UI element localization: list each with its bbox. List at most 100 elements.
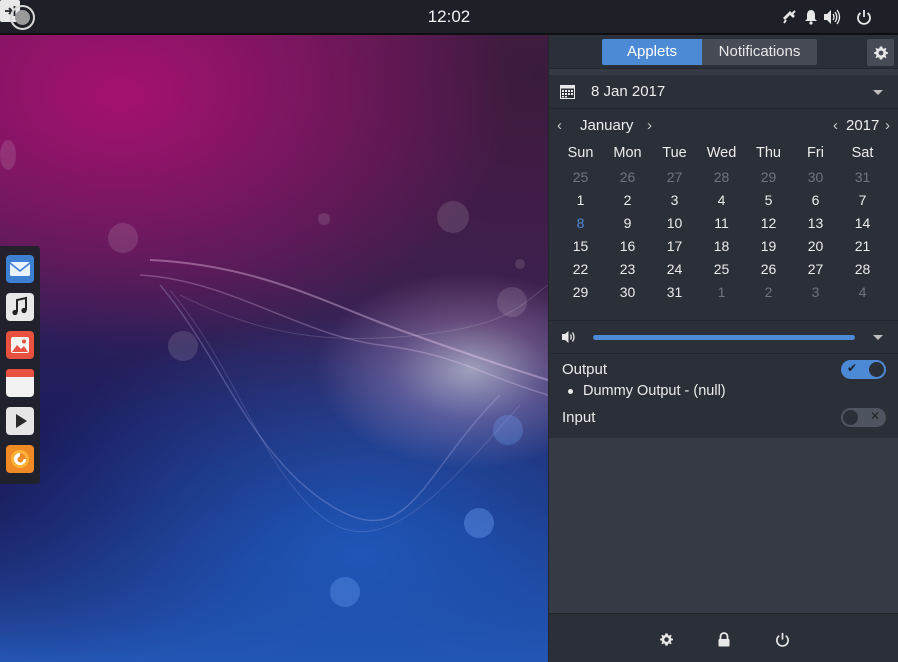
calendar-day[interactable]: 6 (792, 189, 839, 212)
menu-icon[interactable] (10, 5, 35, 30)
chevron-down-icon[interactable] (873, 90, 883, 95)
chevron-down-icon[interactable] (873, 335, 883, 340)
close-icon: ✕ (869, 409, 880, 423)
tab-notifications[interactable]: Notifications (702, 39, 817, 65)
calendar-day[interactable]: 9 (604, 212, 651, 235)
photos-icon[interactable] (6, 331, 34, 359)
calendar-day[interactable]: 2 (745, 281, 792, 304)
weekday-label: Sat (851, 145, 874, 161)
calendar-day[interactable]: 19 (745, 235, 792, 258)
month-next-icon[interactable]: › (647, 117, 652, 134)
month-label: January (580, 117, 634, 134)
calendar-week-row: 8 9 10 11 12 13 14 (557, 212, 893, 235)
bullet-icon (568, 388, 573, 394)
calendar-day[interactable]: 15 (557, 235, 604, 258)
calendar-day[interactable]: 11 (698, 212, 745, 235)
calendar-day[interactable]: 5 (745, 189, 792, 212)
calendar-app-icon[interactable] (6, 369, 34, 397)
calendar-day[interactable]: 27 (792, 258, 839, 281)
calendar-day[interactable]: 25 (557, 166, 604, 189)
calendar-day[interactable]: 1 (698, 281, 745, 304)
sound-header (549, 321, 898, 354)
weekday-label: Mon (613, 145, 642, 161)
calendar-navigation: ‹ January › ‹ 2017 › (549, 117, 898, 137)
month-prev-icon[interactable]: ‹ (557, 117, 562, 134)
calendar-day[interactable]: 22 (557, 258, 604, 281)
volume-icon[interactable] (823, 8, 841, 26)
bokeh-light (515, 259, 525, 269)
mail-icon[interactable] (6, 255, 34, 283)
calendar-day[interactable]: 29 (557, 281, 604, 304)
top-panel: 12:02 (0, 0, 898, 34)
calendar-day[interactable]: 21 (839, 235, 886, 258)
music-note-icon[interactable] (6, 293, 34, 321)
power-icon[interactable] (856, 8, 872, 26)
gear-icon (873, 46, 888, 59)
calendar-day[interactable]: 16 (604, 235, 651, 258)
calendar-day[interactable]: 4 (698, 189, 745, 212)
calendar-day[interactable]: 17 (651, 235, 698, 258)
calendar-day[interactable]: 30 (792, 166, 839, 189)
calendar-icon (560, 85, 575, 99)
calendar-day[interactable]: 14 (839, 212, 886, 235)
calendar-day[interactable]: 13 (792, 212, 839, 235)
panel-clock: 12:02 (0, 7, 898, 27)
raven-settings-button[interactable] (867, 39, 894, 66)
firefox-icon[interactable] (6, 445, 34, 473)
calendar-day[interactable]: 26 (745, 258, 792, 281)
calendar-day[interactable]: 31 (839, 166, 886, 189)
calendar-day[interactable]: 1 (557, 189, 604, 212)
calendar-day[interactable]: 30 (604, 281, 651, 304)
clock-label[interactable]: 12:02 (428, 7, 471, 26)
calendar-day[interactable]: 28 (839, 258, 886, 281)
calendar-day[interactable]: 23 (604, 258, 651, 281)
raven-footer (549, 613, 898, 662)
calendar-day[interactable]: 2 (604, 189, 651, 212)
toggle-knob (869, 362, 884, 377)
weekday-label: Tue (662, 145, 687, 161)
calendar-day[interactable]: 29 (745, 166, 792, 189)
play-icon[interactable] (6, 407, 34, 435)
weekday-label: Fri (807, 145, 824, 161)
power-icon[interactable] (773, 630, 791, 648)
input-toggle[interactable]: ✕ (841, 408, 886, 427)
lock-icon[interactable] (715, 630, 733, 648)
calendar-day[interactable]: 25 (698, 258, 745, 281)
network-icon[interactable] (781, 8, 797, 26)
toggle-knob (843, 410, 858, 425)
settings-icon[interactable] (657, 630, 675, 648)
calendar-day[interactable]: 4 (839, 281, 886, 304)
calendar-day[interactable]: 28 (698, 166, 745, 189)
calendar-day[interactable]: 31 (651, 281, 698, 304)
calendar-day[interactable]: 12 (745, 212, 792, 235)
calendar-day[interactable]: 26 (604, 166, 651, 189)
bokeh-light (330, 577, 360, 607)
desktop-wallpaper (0, 35, 548, 662)
output-toggle[interactable]: ✔ (841, 360, 886, 379)
volume-slider-fill (593, 335, 855, 340)
bokeh-light (437, 201, 469, 233)
calendar-day[interactable]: 27 (651, 166, 698, 189)
volume-icon[interactable] (561, 330, 577, 344)
tab-applets[interactable]: Applets (602, 39, 702, 65)
calendar-day[interactable]: 7 (839, 189, 886, 212)
notification-bell-icon[interactable] (804, 8, 818, 26)
year-next-icon[interactable]: › (885, 117, 890, 134)
bokeh-light (464, 508, 494, 538)
calendar-weeks: 25 26 27 28 29 30 31 1 2 3 4 5 6 7 8 9 10 11 12 13 14 15 16 17 1… (557, 166, 893, 304)
calendar-day[interactable]: 18 (698, 235, 745, 258)
year-prev-icon[interactable]: ‹ (833, 117, 838, 134)
calendar-day-today[interactable]: 8 (557, 212, 604, 235)
calendar-day[interactable]: 24 (651, 258, 698, 281)
calendar-day[interactable]: 10 (651, 212, 698, 235)
bokeh-light (168, 331, 198, 361)
bokeh-light (0, 140, 16, 170)
bokeh-light (108, 223, 138, 253)
calendar-day[interactable]: 3 (792, 281, 839, 304)
calendar-week-row: 22 23 24 25 26 27 28 (557, 258, 893, 281)
calendar-day[interactable]: 20 (792, 235, 839, 258)
output-device-item[interactable]: Dummy Output - (null) (568, 383, 726, 399)
calendar-day[interactable]: 3 (651, 189, 698, 212)
calendar-header[interactable]: 8 Jan 2017 (549, 75, 898, 109)
volume-slider[interactable] (593, 335, 855, 340)
